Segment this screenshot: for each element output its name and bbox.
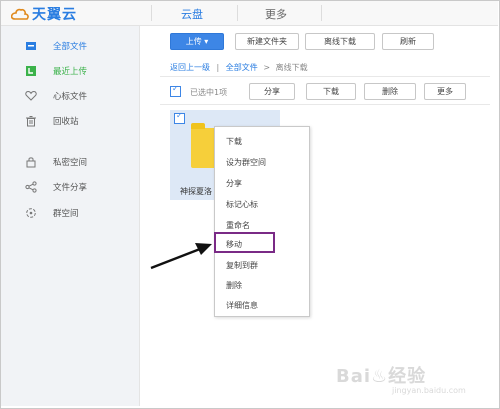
tab-cloud-disk[interactable]: 云盘 bbox=[181, 6, 203, 22]
menu-item-download[interactable]: 下载 bbox=[226, 136, 242, 147]
sidebar-item-file-share[interactable]: 文件分享 bbox=[25, 180, 87, 194]
upload-button[interactable]: 上传 ▾ bbox=[170, 33, 224, 50]
sidebar-item-private-space[interactable]: 私密空间 bbox=[25, 155, 87, 169]
download-button[interactable]: 下载 bbox=[306, 83, 356, 100]
breadcrumb-all-files-link[interactable]: 全部文件 bbox=[226, 63, 258, 72]
sidebar-item-label: 回收站 bbox=[53, 117, 79, 127]
select-all-checkbox[interactable] bbox=[170, 84, 181, 97]
selected-count: 已选中1项 bbox=[190, 88, 228, 97]
menu-item-share[interactable]: 分享 bbox=[226, 178, 242, 189]
sidebar-item-label: 私密空间 bbox=[53, 158, 88, 168]
pointer-arrow-icon bbox=[150, 243, 212, 270]
sidebar-item-label: 心标文件 bbox=[53, 92, 88, 102]
sidebar: 全部文件 最近上传 心标文件 回收站 私密空间 文件分享 群空间 bbox=[1, 26, 140, 406]
sidebar-item-recycle-bin[interactable]: 回收站 bbox=[25, 114, 79, 128]
share-icon bbox=[25, 181, 37, 193]
sidebar-item-all-files[interactable]: 全部文件 bbox=[25, 39, 87, 53]
file-checkbox[interactable] bbox=[174, 111, 185, 124]
folder-icon bbox=[25, 40, 37, 52]
divider bbox=[160, 76, 490, 77]
heart-icon bbox=[25, 90, 37, 102]
sidebar-item-label: 文件分享 bbox=[53, 183, 88, 193]
context-menu: 下载 设为群空间 分享 标记心标 重命名 移动 复制到群 删除 详细信息 bbox=[214, 126, 310, 317]
share-button[interactable]: 分享 bbox=[249, 83, 295, 100]
breadcrumb-back-link[interactable]: 返回上一级 bbox=[170, 63, 210, 72]
group-icon bbox=[25, 207, 37, 219]
file-name[interactable]: 神探夏洛 bbox=[180, 186, 212, 197]
top-header: 天翼云 云盘 更多 bbox=[1, 1, 498, 26]
sidebar-item-favorites[interactable]: 心标文件 bbox=[25, 89, 87, 103]
sidebar-item-label: 群空间 bbox=[53, 209, 79, 219]
breadcrumb-current: 离线下载 bbox=[275, 63, 308, 72]
new-folder-button[interactable]: 新建文件夹 bbox=[235, 33, 299, 50]
watermark-url: jingyan.baidu.com bbox=[392, 386, 466, 395]
watermark-logo: Bai♨经验 bbox=[336, 366, 427, 387]
breadcrumb-separator: | bbox=[216, 63, 220, 72]
highlight-box bbox=[214, 232, 275, 253]
menu-item-details[interactable]: 详细信息 bbox=[226, 300, 258, 311]
breadcrumb: 返回上一级 | 全部文件 > 离线下载 bbox=[170, 62, 308, 73]
tab-more[interactable]: 更多 bbox=[265, 6, 287, 22]
nav-divider bbox=[321, 5, 322, 21]
sidebar-item-label: 最近上传 bbox=[53, 67, 88, 77]
more-button[interactable]: 更多 bbox=[424, 83, 466, 100]
menu-item-delete[interactable]: 删除 bbox=[226, 280, 242, 291]
cloud-logo-icon bbox=[11, 8, 29, 20]
sidebar-item-recent-uploads[interactable]: 最近上传 bbox=[25, 64, 87, 78]
sidebar-item-group-space[interactable]: 群空间 bbox=[25, 206, 79, 220]
nav-divider bbox=[151, 5, 152, 21]
trash-icon bbox=[25, 115, 37, 127]
refresh-button[interactable]: 刷新 bbox=[382, 33, 434, 50]
menu-item-mark-favorite[interactable]: 标记心标 bbox=[226, 199, 258, 210]
menu-item-copy-to-group[interactable]: 复制到群 bbox=[226, 260, 258, 271]
breadcrumb-separator: > bbox=[263, 63, 271, 72]
delete-button[interactable]: 删除 bbox=[364, 83, 416, 100]
sidebar-item-label: 全部文件 bbox=[53, 42, 88, 52]
lock-icon bbox=[25, 156, 37, 168]
offline-download-button[interactable]: 离线下载 bbox=[305, 33, 375, 50]
divider bbox=[160, 104, 490, 105]
logo[interactable]: 天翼云 bbox=[11, 4, 77, 24]
menu-item-rename[interactable]: 重命名 bbox=[226, 220, 250, 231]
recent-icon bbox=[25, 65, 37, 77]
nav-divider bbox=[237, 5, 238, 21]
logo-text: 天翼云 bbox=[32, 7, 77, 23]
menu-item-set-group-space[interactable]: 设为群空间 bbox=[226, 157, 266, 168]
